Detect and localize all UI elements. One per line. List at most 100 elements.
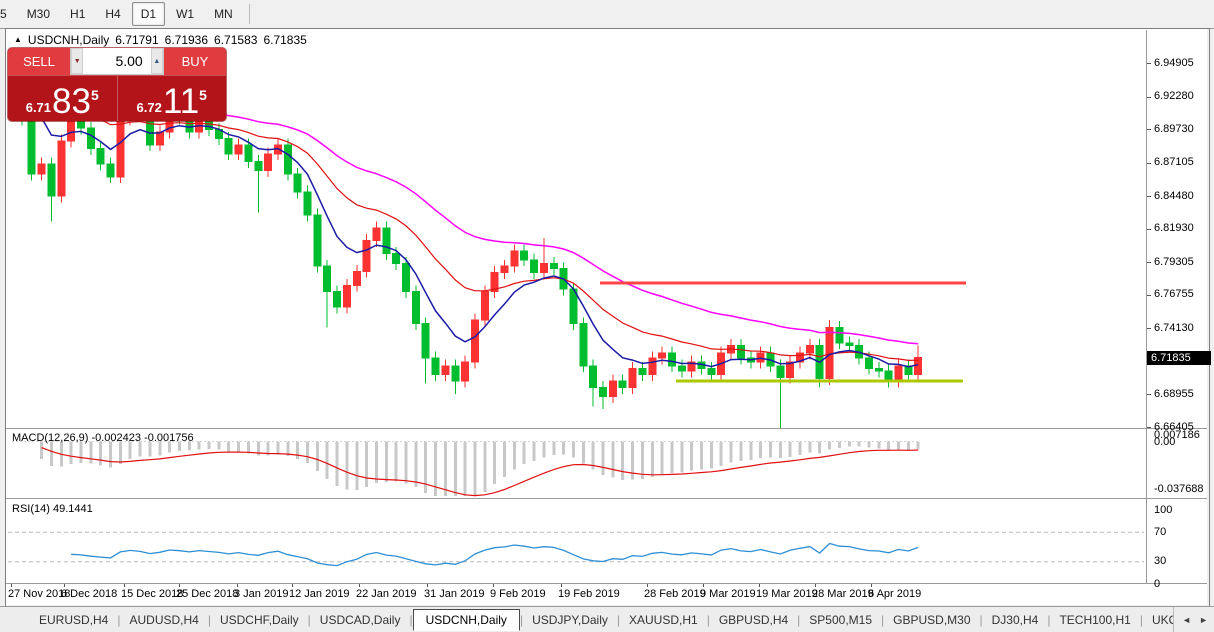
macd-rsi-separator[interactable] xyxy=(6,498,1207,499)
time-axis-label: 12 Jan 2019 xyxy=(289,588,350,600)
current-price-tag: 6.71835 xyxy=(1147,351,1211,365)
price-axis-label: 6.94905 xyxy=(1147,57,1194,70)
buy-price-pip: 5 xyxy=(199,87,207,103)
volume-stepper: ▼ ▲ xyxy=(70,48,164,75)
price-axis-label: 6.81930 xyxy=(1147,222,1194,235)
macd-axis-min: -0.037688 xyxy=(1147,483,1204,496)
time-axis-tick xyxy=(759,584,760,587)
tab-usdchf-daily[interactable]: USDCHF,Daily xyxy=(211,610,308,630)
macd-label: MACD(12,26,9) -0.002423 -0.001756 xyxy=(12,432,194,444)
tf-button-mn[interactable]: MN xyxy=(205,2,242,26)
buy-price-big: 11 xyxy=(163,85,199,118)
buy-button[interactable]: BUY xyxy=(164,48,226,75)
time-axis-label: 6 Apr 2019 xyxy=(868,588,921,600)
rsi-axis-label: 100 xyxy=(1147,504,1172,517)
sell-price-prefix: 6.71 xyxy=(26,98,51,118)
rsi-axis-label: 30 xyxy=(1147,555,1166,568)
tab-gbpusd-h4[interactable]: GBPUSD,H4 xyxy=(710,610,797,630)
macd-axis-zero: 0.00 xyxy=(1147,436,1175,449)
time-axis-label: 28 Mar 2019 xyxy=(812,588,874,600)
time-axis[interactable]: 27 Nov 20186 Dec 201815 Dec 201825 Dec 2… xyxy=(6,584,1146,604)
tf-button-h4[interactable]: H4 xyxy=(96,2,129,26)
triangle-up-icon: ▲ xyxy=(153,58,160,65)
one-click-trading-panel: SELL ▼ ▲ BUY 6.71 83 5 6.72 11 5 xyxy=(8,48,226,121)
time-axis-tick xyxy=(237,584,238,587)
volume-down-button[interactable]: ▼ xyxy=(71,48,83,74)
price-axis-label: 6.74130 xyxy=(1147,322,1194,335)
tab-usdcad-daily[interactable]: USDCAD,Daily xyxy=(311,610,410,630)
rsi-pane[interactable] xyxy=(6,500,1146,583)
time-axis-label: 9 Mar 2019 xyxy=(700,588,756,600)
tab-gbpusd-m30[interactable]: GBPUSD,M30 xyxy=(884,610,979,630)
rsi-axis[interactable]: 10070300 xyxy=(1147,500,1213,583)
tf-button-w1[interactable]: W1 xyxy=(167,2,203,26)
symbol-tab-bar: EURUSD,H4|AUDUSD,H4|USDCHF,Daily|USDCAD,… xyxy=(0,606,1214,632)
macd-axis[interactable]: 0.007186 0.00 -0.037688 xyxy=(1147,431,1213,497)
tab-eurusd-h4[interactable]: EURUSD,H4 xyxy=(30,610,117,630)
tab-tech100-h1[interactable]: TECH100,H1 xyxy=(1050,610,1139,630)
time-axis-tick xyxy=(815,584,816,587)
sell-price-big: 83 xyxy=(52,85,91,118)
tab-xauusd-h1[interactable]: XAUUSD,H1 xyxy=(620,610,707,630)
price-axis-label: 6.92280 xyxy=(1147,90,1194,103)
toolbar-divider xyxy=(249,4,250,24)
time-axis-label: 19 Mar 2019 xyxy=(756,588,818,600)
volume-input[interactable] xyxy=(83,48,150,74)
tab-usdcnh-daily[interactable]: USDCNH,Daily xyxy=(413,609,520,631)
volume-up-button[interactable]: ▲ xyxy=(151,48,163,74)
symbol-tabs: EURUSD,H4|AUDUSD,H4|USDCHF,Daily|USDCAD,… xyxy=(0,609,1178,631)
tabs-scroll-controls: ◄ ► xyxy=(1173,607,1208,632)
tab-usdjpy-daily[interactable]: USDJPY,Daily xyxy=(523,610,617,630)
time-axis-label: 25 Dec 2018 xyxy=(176,588,238,600)
price-axis[interactable]: 6.94905 6.92280 6.89730 6.87105 6.84480 6.819… xyxy=(1147,30,1213,428)
time-axis-label: 31 Jan 2019 xyxy=(424,588,485,600)
time-axis-tick xyxy=(647,584,648,587)
time-axis-label: 6 Dec 2018 xyxy=(61,588,117,600)
price-axis-label: 6.87105 xyxy=(1147,156,1194,169)
time-axis-tick xyxy=(179,584,180,587)
timeframe-toolbar: 5M30H1H4D1W1MN xyxy=(0,0,1214,29)
tab-audusd-h4[interactable]: AUDUSD,H4 xyxy=(120,610,207,630)
price-axis-label: 6.79305 xyxy=(1147,256,1194,269)
mt4-terminal: 5M30H1H4D1W1MN ▲ USDCNH,Daily 6.71791 6.… xyxy=(0,0,1214,632)
time-axis-tick xyxy=(64,584,65,587)
timeframe-buttons: 5M30H1H4D1W1MN xyxy=(0,2,243,26)
time-axis-label: 9 Feb 2019 xyxy=(490,588,546,600)
tf-button-m30[interactable]: M30 xyxy=(18,2,59,26)
time-axis-label: 15 Dec 2018 xyxy=(121,588,183,600)
sell-price-pip: 5 xyxy=(91,87,99,103)
time-axis-label: 3 Jan 2019 xyxy=(234,588,288,600)
rsi-axis-label: 70 xyxy=(1147,526,1166,539)
rsi-label: RSI(14) 49.1441 xyxy=(12,503,93,515)
price-axis-label: 6.76755 xyxy=(1147,288,1194,301)
time-axis-label: 19 Feb 2019 xyxy=(558,588,620,600)
tabs-scroll-right-icon[interactable]: ► xyxy=(1199,615,1208,625)
time-axis-tick xyxy=(11,584,12,587)
tf-button-h1[interactable]: H1 xyxy=(61,2,94,26)
triangle-down-icon: ▼ xyxy=(74,58,81,65)
time-axis-label: 22 Jan 2019 xyxy=(356,588,417,600)
price-axis-label: 6.68955 xyxy=(1147,388,1194,401)
sell-button[interactable]: SELL xyxy=(8,48,70,75)
buy-quote[interactable]: 6.72 11 5 xyxy=(118,76,227,121)
time-axis-tick xyxy=(561,584,562,587)
time-axis-tick xyxy=(359,584,360,587)
tf-button-d1[interactable]: D1 xyxy=(132,2,165,26)
time-axis-tick xyxy=(493,584,494,587)
sell-quote[interactable]: 6.71 83 5 xyxy=(8,76,118,121)
price-axis-label: 6.84480 xyxy=(1147,190,1194,203)
time-axis-tick xyxy=(124,584,125,587)
tabs-scroll-left-icon[interactable]: ◄ xyxy=(1182,615,1191,625)
buy-price-prefix: 6.72 xyxy=(137,98,162,118)
price-macd-separator[interactable] xyxy=(6,428,1207,429)
tab-dj30-h4[interactable]: DJ30,H4 xyxy=(983,610,1048,630)
tf-button-5[interactable]: 5 xyxy=(0,2,16,26)
rsi-axis-label: 0 xyxy=(1147,578,1160,591)
price-axis-label: 6.89730 xyxy=(1147,123,1194,136)
tab-sp500-m15[interactable]: SP500,M15 xyxy=(800,610,881,630)
time-axis-label: 28 Feb 2019 xyxy=(644,588,706,600)
time-axis-tick xyxy=(292,584,293,587)
time-axis-tick xyxy=(427,584,428,587)
time-axis-tick xyxy=(871,584,872,587)
time-axis-tick xyxy=(703,584,704,587)
